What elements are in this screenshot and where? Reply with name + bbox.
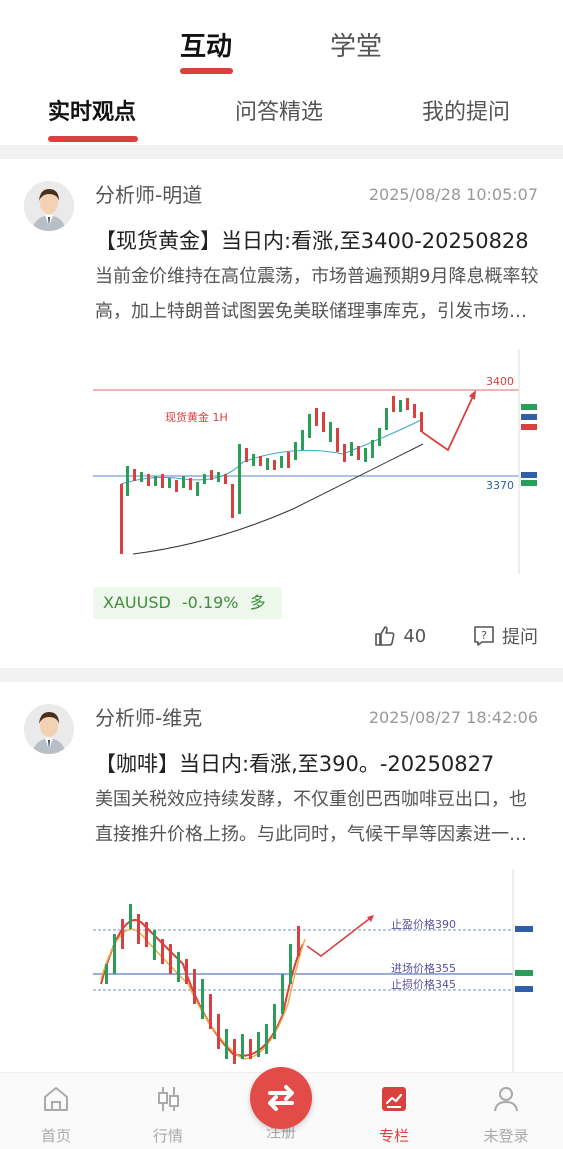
section-divider	[0, 668, 563, 682]
post-excerpt: 当前金价维持在高位震荡，市场普遍预期9月降息概率较高，加上特朗普试图罢免美联储理…	[95, 266, 539, 322]
avatar[interactable]	[24, 704, 74, 754]
post-title[interactable]: 【咖啡】当日内:看涨,至390。-20250827	[95, 748, 535, 778]
analyst-avatar-icon	[24, 181, 74, 231]
post-timestamp: 2025/08/28 10:05:07	[368, 185, 538, 204]
nav-register[interactable]: 注册	[241, 1067, 321, 1142]
ticker-badge[interactable]: XAUUSD -0.19% 多	[93, 587, 282, 619]
question-icon: ?	[474, 626, 494, 646]
post-actions: 40 ? 提问	[333, 623, 538, 653]
nav-login-label: 未登录	[483, 1127, 529, 1145]
like-button[interactable]: 40	[373, 624, 426, 648]
ticker-symbol: XAUUSD	[103, 593, 171, 612]
gold-price-chart[interactable]: 3400 3370 现货黄金 1H	[93, 344, 540, 579]
nav-home[interactable]: 首页	[16, 1083, 96, 1146]
avatar[interactable]	[24, 181, 74, 231]
nav-market[interactable]: 行情	[128, 1083, 208, 1146]
post-timestamp: 2025/08/27 18:42:06	[368, 708, 538, 727]
register-button[interactable]	[250, 1067, 312, 1129]
like-count: 40	[403, 625, 427, 647]
chart-label: 现货黄金 1H	[165, 410, 228, 424]
section-divider	[0, 145, 563, 159]
ask-question-button[interactable]: ? 提问	[472, 623, 538, 649]
post-excerpt: 美国关税效应持续发酵，不仅重创巴西咖啡豆出口，也直接推升价格上扬。与此同时，气候…	[95, 789, 527, 845]
sub-tab-indicator	[48, 136, 138, 142]
home-icon	[44, 1087, 68, 1111]
sub-tab-bar: 实时观点 问答精选 我的提问	[0, 80, 563, 144]
nav-column[interactable]: 专栏	[354, 1083, 434, 1146]
nav-login[interactable]: 未登录	[466, 1083, 546, 1146]
stop-loss-label: 止损价格345	[391, 977, 456, 991]
bottom-navigation: 首页 行情 注册 专栏 未登录	[0, 1067, 563, 1149]
take-profit-label: 止盈价格390	[391, 917, 456, 931]
ticker-change: -0.19%	[181, 593, 239, 612]
coffee-price-chart[interactable]: 止盈价格390 进场价格355 止损价格345	[93, 864, 540, 1072]
user-icon	[494, 1087, 518, 1112]
author-name[interactable]: 分析师-维克	[95, 702, 202, 731]
tab-qa-selection[interactable]: 问答精选	[235, 94, 323, 126]
tab-my-questions[interactable]: 我的提问	[422, 94, 510, 126]
chart-level-3370: 3370	[486, 479, 514, 492]
entry-price-label: 进场价格355	[391, 961, 456, 975]
swap-icon	[268, 1085, 294, 1111]
chart-level-3400: 3400	[486, 375, 514, 388]
ask-label: 提问	[502, 627, 538, 648]
author-name[interactable]: 分析师-明道	[95, 179, 202, 208]
top-tab-bar: 互动 学堂	[0, 0, 563, 80]
candlestick-icon	[158, 1087, 179, 1111]
column-icon	[382, 1087, 406, 1111]
nav-home-label: 首页	[40, 1127, 71, 1145]
tab-school[interactable]: 学堂	[330, 26, 382, 63]
post-title[interactable]: 【现货黄金】当日内:看涨,至3400-20250828	[95, 225, 535, 255]
tab-realtime-views[interactable]: 实时观点	[48, 94, 136, 126]
nav-market-label: 行情	[152, 1127, 183, 1145]
analyst-avatar-icon	[24, 704, 74, 754]
svg-text:?: ?	[481, 629, 487, 642]
ticker-direction: 多	[249, 593, 266, 612]
tab-interaction[interactable]: 互动	[180, 26, 232, 63]
thumbs-up-icon	[375, 626, 395, 646]
nav-column-label: 专栏	[378, 1127, 409, 1145]
top-tab-indicator	[180, 68, 233, 74]
